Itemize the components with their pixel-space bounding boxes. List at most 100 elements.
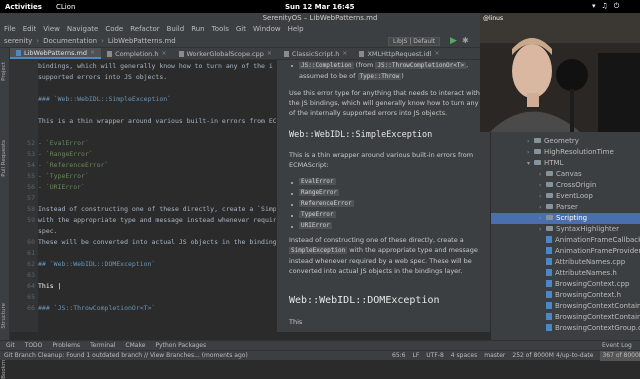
menu-file[interactable]: File	[4, 24, 16, 35]
project-tree-label: CrossOrigin	[556, 181, 597, 189]
project-tree-label: SyntaxHighlighter	[556, 225, 619, 233]
editor-tab[interactable]: Completion.h ×	[101, 48, 172, 59]
tool-window-todo[interactable]: TODO	[25, 341, 43, 350]
project-tree-item[interactable]: AttributeNames.cpp	[491, 257, 640, 268]
code-line[interactable]: - `URIError`	[38, 183, 85, 191]
project-tree-item[interactable]: BrowsingContext.cpp	[491, 279, 640, 290]
code-line[interactable]: - `RangeError`	[38, 150, 93, 158]
breadcrumb-separator: ›	[101, 37, 104, 45]
close-icon[interactable]: ×	[342, 48, 347, 60]
tool-window-git[interactable]: Git	[6, 341, 15, 350]
code-line[interactable]: These will be converted into actual JS o…	[38, 238, 276, 246]
system-tray[interactable]: ▾ ♫ ⏻	[592, 2, 619, 11]
status-message[interactable]: Git Branch Cleanup: Found 1 outdated bra…	[4, 352, 248, 359]
chevron-right-icon[interactable]: ›	[539, 224, 546, 235]
tool-window-problems[interactable]: Problems	[52, 341, 80, 350]
code-line[interactable]: - `TypeError`	[38, 172, 89, 180]
chevron-right-icon[interactable]: ›	[539, 180, 546, 191]
webcam-video	[480, 13, 640, 132]
code-line[interactable]: ### `JS::ThrowCompletionOr<T>`	[38, 304, 155, 312]
chevron-right-icon[interactable]: ›	[539, 169, 546, 180]
bullet-dot	[291, 193, 293, 195]
code-line[interactable]: spec.	[38, 227, 58, 235]
breadcrumb-project[interactable]: serenity	[4, 37, 32, 45]
debug-icon[interactable]: ✱	[462, 36, 469, 45]
project-tree-item[interactable]: › HighResolutionTime	[491, 147, 640, 158]
menu-build[interactable]: Build	[167, 24, 185, 35]
activities-button[interactable]: Activities	[5, 3, 42, 11]
breadcrumb-folder[interactable]: Documentation	[43, 37, 97, 45]
tool-window-terminal[interactable]: Terminal	[90, 341, 115, 350]
structure-tool-tab[interactable]: Structure	[1, 303, 7, 329]
menu-view[interactable]: View	[43, 24, 60, 35]
left-tool-window-bar: Project Pull Requests Structure Bookmark…	[0, 48, 10, 379]
project-tree-item[interactable]: BrowsingContext.h	[491, 290, 640, 301]
project-tree-item[interactable]: BrowsingContextContainer	[491, 312, 640, 323]
editor-tab[interactable]: XMLHttpRequest.idl ×	[353, 48, 445, 59]
run-configuration-select[interactable]: LibJS | Default	[388, 37, 441, 46]
project-tree-item[interactable]: › Scripting	[491, 213, 640, 224]
project-tree-item[interactable]: BrowsingContextContainer	[491, 301, 640, 312]
chevron-right-icon[interactable]: ›	[539, 191, 546, 202]
code-line[interactable]: This is a thin wrapper around various bu…	[38, 117, 276, 125]
menu-navigate[interactable]: Navigate	[67, 24, 98, 35]
chevron-right-icon[interactable]: ›	[527, 147, 534, 158]
folder-icon	[546, 215, 553, 220]
app-menu[interactable]: CLion	[56, 3, 75, 11]
code-line[interactable]: ### `Web::WebIDL::SimpleException`	[38, 95, 171, 103]
project-tool-tab[interactable]: Project	[1, 62, 7, 81]
project-tree-item[interactable]: BrowsingContextGroup.cpp	[491, 323, 640, 334]
tool-window-cmake[interactable]: CMake	[125, 341, 145, 350]
editor-tab[interactable]: LibWebPatterns.md ×	[10, 47, 102, 59]
close-icon[interactable]: ×	[161, 48, 166, 60]
project-tree-item[interactable]: AnimationFrameCallbackDr	[491, 235, 640, 246]
editor-tab[interactable]: ClassicScript.h ×	[278, 48, 354, 59]
folder-icon	[534, 138, 541, 143]
project-tree-item[interactable]: › EventLoop	[491, 191, 640, 202]
folder-icon	[546, 182, 553, 187]
clock[interactable]: Sun 12 Mar 16:45	[285, 3, 354, 11]
code-line[interactable]: ## `Web::WebIDL::DOMException`	[38, 260, 155, 268]
project-tree-item[interactable]: › Canvas	[491, 169, 640, 180]
code-line[interactable]: Instead of constructing one of these dir…	[38, 205, 276, 213]
pull-requests-tool-tab[interactable]: Pull Requests	[1, 140, 7, 177]
code-line[interactable]: with the appropriate type and message in…	[38, 216, 276, 224]
menu-refactor[interactable]: Refactor	[130, 24, 159, 35]
close-icon[interactable]: ×	[267, 48, 272, 60]
menu-window[interactable]: Window	[253, 24, 281, 35]
code-line[interactable]: This |	[38, 282, 61, 290]
code-line[interactable]: - `EvalError`	[38, 139, 89, 147]
menu-edit[interactable]: Edit	[23, 24, 37, 35]
run-icon[interactable]: ▶	[450, 36, 457, 46]
menu-run[interactable]: Run	[191, 24, 204, 35]
chevron-right-icon[interactable]: ›	[527, 136, 534, 147]
event-log-button[interactable]: Event Log	[602, 341, 632, 350]
code-line[interactable]: supported errors into JS objects.	[38, 73, 167, 81]
chevron-right-icon[interactable]: ›	[539, 202, 546, 213]
project-tree-item[interactable]: AnimationFrameProvider.id	[491, 246, 640, 257]
project-tree-item[interactable]: ▾ HTML	[491, 158, 640, 169]
project-tree-item[interactable]: › Geometry	[491, 136, 640, 147]
project-tree-label: Parser	[556, 203, 578, 211]
chevron-right-icon[interactable]: ›	[539, 213, 546, 224]
project-tree-item[interactable]: › CrossOrigin	[491, 180, 640, 191]
file-icon	[283, 50, 289, 57]
markdown-editor[interactable]: bindings, which will generally know how …	[38, 60, 276, 332]
menu-tools[interactable]: Tools	[212, 24, 229, 35]
tool-window-python-packages[interactable]: Python Packages	[155, 341, 206, 350]
chevron-down-icon[interactable]: ▾	[527, 158, 534, 169]
close-icon[interactable]: ×	[434, 48, 439, 60]
project-tree-label: BrowsingContextGroup.cpp	[555, 324, 640, 332]
menu-help[interactable]: Help	[288, 24, 304, 35]
project-tree-item[interactable]: › Parser	[491, 202, 640, 213]
editor-tab[interactable]: WorkerGlobalScope.cpp ×	[173, 48, 278, 59]
breadcrumb-file[interactable]: LibWebPatterns.md	[108, 37, 176, 45]
close-icon[interactable]: ×	[90, 47, 95, 59]
project-tree-item[interactable]: › SyntaxHighlighter	[491, 224, 640, 235]
code-line[interactable]: - `ReferenceError`	[38, 161, 108, 169]
line-number: 64	[27, 282, 35, 290]
menu-code[interactable]: Code	[105, 24, 123, 35]
code-line[interactable]: bindings, which will generally know how …	[38, 62, 273, 70]
menu-git[interactable]: Git	[236, 24, 246, 35]
project-tree-item[interactable]: AttributeNames.h	[491, 268, 640, 279]
